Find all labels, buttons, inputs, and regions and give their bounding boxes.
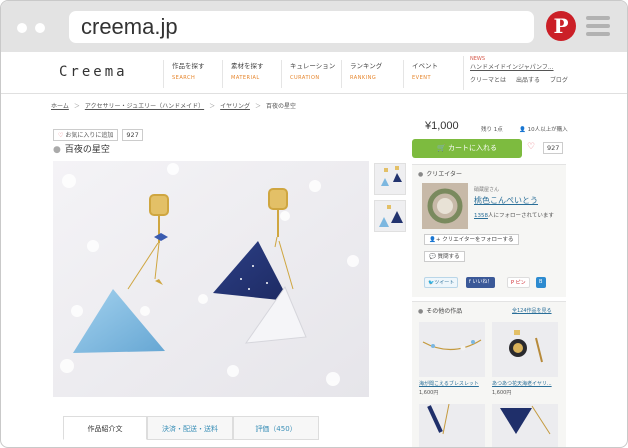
- breadcrumb-home[interactable]: ホーム: [51, 103, 69, 110]
- creator-followers: 1358人にフォローされています: [474, 211, 554, 219]
- breadcrumb-current: 百夜の星空: [265, 103, 296, 110]
- nav-label: キュレーション: [290, 62, 336, 70]
- address-bar[interactable]: creema.jp: [69, 11, 534, 43]
- facebook-like-button[interactable]: f いいね！: [466, 277, 496, 288]
- add-user-icon: 👤+: [429, 237, 441, 243]
- cart-label: カートに入れる: [447, 144, 497, 152]
- news-headline[interactable]: ハンドメイドインジャパンフ...: [470, 62, 576, 71]
- creator-name-link[interactable]: 桃色こんぺいとう: [474, 195, 538, 206]
- ask-question-button[interactable]: 💬 質問する: [424, 251, 465, 262]
- product-price: ¥1,000: [425, 120, 459, 132]
- other-work-name[interactable]: 海が聞こえるブレスレット: [419, 380, 479, 387]
- pin-label: ピン: [515, 280, 526, 286]
- nav-label: イベント: [412, 62, 438, 70]
- other-work-price: 1,600円: [419, 390, 439, 396]
- other-work-image[interactable]: [492, 322, 558, 377]
- like-label: いいね！: [472, 279, 493, 285]
- nav-label: 作品を探す: [172, 62, 205, 70]
- tweet-label: ツイート: [434, 280, 455, 286]
- tab-reviews[interactable]: 評価（450）: [233, 416, 319, 440]
- stock-count: 残り 1点: [481, 127, 503, 133]
- cart-icon: 🛒: [437, 144, 446, 152]
- followers-count[interactable]: 1358: [474, 213, 488, 219]
- creator-heading: クリエイター: [426, 171, 463, 178]
- menu-icon[interactable]: [586, 16, 610, 40]
- tab-payment-shipping[interactable]: 決済・配送・送料: [147, 416, 233, 440]
- nav-sublabel: EVENT: [412, 75, 432, 81]
- nav-curation[interactable]: キュレーション CURATION: [281, 60, 335, 88]
- other-works-heading: その他の作品: [426, 308, 463, 315]
- window-dot[interactable]: [35, 23, 45, 33]
- breadcrumb-category[interactable]: アクセサリー・ジュエリー（ハンドメイド）: [85, 103, 204, 110]
- site-header: Creema 作品を探す SEARCH 素材を探す MATERIAL キュレーシ…: [1, 52, 627, 94]
- follow-label: クリエイターをフォローする: [442, 237, 514, 243]
- speech-bubble-icon: 💬: [429, 254, 436, 260]
- nav-sublabel: MATERIAL: [231, 75, 260, 81]
- buyer-count: 👤 10人以上が購入: [519, 125, 568, 133]
- creator-avatar[interactable]: [422, 183, 468, 229]
- nav-label: ランキング: [350, 62, 383, 70]
- followers-text: 人にフォローされています: [488, 213, 554, 219]
- product-title-text: 百夜の星空: [64, 145, 110, 155]
- facebook-icon: f: [469, 279, 471, 285]
- add-to-cart-button[interactable]: 🛒 カートに入れる: [412, 139, 522, 158]
- window-dot[interactable]: [17, 23, 27, 33]
- breadcrumb-subcategory[interactable]: イヤリング: [220, 103, 250, 110]
- link-about[interactable]: クリーマとは: [470, 77, 506, 84]
- favorite-label: お気に入りに追加: [65, 131, 114, 139]
- all-works-link[interactable]: 全124作品を見る: [512, 307, 552, 314]
- browser-window: creema.jp P Creema 作品を探す SEARCH 素材を探す MA…: [0, 0, 628, 448]
- pin-icon: P: [511, 280, 515, 286]
- other-work-image[interactable]: [419, 404, 485, 447]
- pinterest-icon[interactable]: P: [546, 11, 576, 41]
- favorite-count: 927: [122, 128, 143, 141]
- nav-material[interactable]: 素材を探す MATERIAL: [222, 60, 264, 88]
- nav-sublabel: CURATION: [290, 75, 320, 81]
- side-favorite-count: 927: [543, 142, 564, 154]
- product-tabs: 作品紹介文 決済・配送・送料 評価（450）: [63, 416, 319, 440]
- heart-icon: ♡: [58, 131, 64, 139]
- creator-subtitle: 硝蔵屋さん: [474, 187, 500, 193]
- nav-sublabel: RANKING: [350, 75, 377, 81]
- share-extra-icon[interactable]: B: [536, 277, 546, 288]
- person-icon: 👤: [519, 127, 526, 133]
- other-work-price: 1,600円: [492, 390, 512, 396]
- buyer-count-text: 10人以上が購入: [527, 127, 568, 133]
- other-works-panel: ● その他の作品 全124作品を見る 海が聞こえるブレスレット 1,600円 あつ…: [412, 301, 566, 447]
- breadcrumb: ホーム＞アクセサリー・ジュエリー（ハンドメイド）＞イヤリング＞百夜の星空: [51, 103, 296, 110]
- nav-search[interactable]: 作品を探す SEARCH: [163, 60, 205, 88]
- other-work-image[interactable]: [419, 322, 485, 377]
- creator-panel: ● クリエイター 硝蔵屋さん 桃色こんぺいとう 1358人にフォローされています …: [412, 164, 566, 297]
- tweet-button[interactable]: 🐦ツイート: [424, 277, 459, 288]
- nav-event[interactable]: イベント EVENT: [403, 60, 438, 88]
- other-work-image[interactable]: [492, 404, 558, 447]
- other-work-name[interactable]: あつあつ花天海老イヤリ...: [492, 380, 552, 387]
- product-thumbnail[interactable]: [374, 163, 406, 195]
- browser-toolbar: creema.jp P: [1, 1, 627, 52]
- product-title: ● 百夜の星空: [53, 145, 110, 155]
- nav-sublabel: SEARCH: [172, 75, 196, 81]
- tab-description[interactable]: 作品紹介文: [63, 416, 147, 440]
- ask-label: 質問する: [437, 254, 460, 260]
- link-sell[interactable]: 出品する: [516, 77, 540, 84]
- link-blog[interactable]: ブログ: [550, 77, 568, 84]
- pin-button[interactable]: P ピン: [507, 277, 530, 288]
- favorite-row: ♡ お気に入りに追加 927: [53, 124, 143, 143]
- nav-label: 素材を探す: [231, 62, 264, 70]
- favorite-heart-icon[interactable]: ♡: [527, 142, 535, 152]
- product-thumbnail[interactable]: [374, 200, 406, 232]
- follow-creator-button[interactable]: 👤+ クリエイターをフォローする: [424, 234, 519, 245]
- product-main-image[interactable]: [53, 161, 369, 397]
- news-block: NEWS ハンドメイドインジャパンフ... クリーマとは 出品する ブログ: [463, 56, 576, 90]
- site-logo[interactable]: Creema: [59, 64, 128, 80]
- nav-ranking[interactable]: ランキング RANKING: [341, 60, 382, 88]
- add-favorite-button[interactable]: ♡ お気に入りに追加: [53, 128, 119, 141]
